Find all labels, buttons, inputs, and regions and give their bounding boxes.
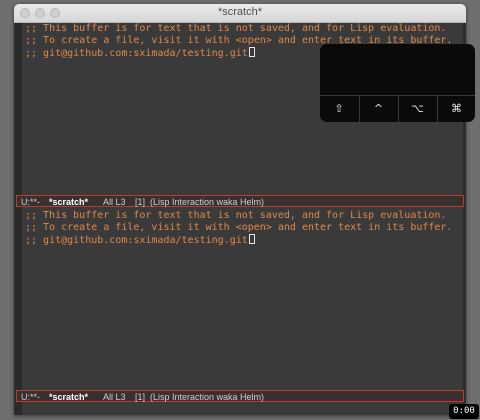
major-mode[interactable]: [1] (Lisp Interaction waka Helm) — [135, 197, 264, 207]
command-icon[interactable]: ⌘ — [437, 96, 475, 122]
text-cursor — [248, 47, 255, 57]
modifier-key-row: ⇧ ^ ⌥ ⌘ — [320, 95, 475, 122]
bottom-buffer-pane[interactable]: ;; This buffer is for text that is not s… — [22, 210, 463, 392]
buffer-line: ;; To create a file, visit it with <open… — [25, 222, 453, 233]
control-icon[interactable]: ^ — [359, 96, 397, 122]
top-mode-line[interactable]: U:**- *scratch* All L3 [1] (Lisp Interac… — [16, 195, 464, 207]
buffer-name[interactable]: *scratch* — [49, 392, 88, 402]
bottom-mode-line[interactable]: U:**- *scratch* All L3 [1] (Lisp Interac… — [16, 390, 464, 402]
major-mode[interactable]: [1] (Lisp Interaction waka Helm) — [135, 392, 264, 402]
window-title: *scratch* — [217, 6, 263, 18]
shift-icon[interactable]: ⇧ — [320, 96, 358, 122]
title-bar[interactable]: *scratch* — [14, 4, 466, 23]
recording-timer: 0:00 — [449, 404, 479, 419]
touch-bar-overlay: ⇧ ^ ⌥ ⌘ — [320, 44, 475, 122]
cursor-position: All L3 — [103, 197, 126, 207]
buffer-state: U:**- — [21, 392, 41, 402]
buffer-line: ;; This buffer is for text that is not s… — [25, 23, 447, 34]
buffer-state: U:**- — [21, 197, 41, 207]
text-cursor — [248, 234, 255, 244]
buffer-line-text: ;; git@github.com:sximada/testing.git — [25, 235, 248, 246]
buffer-line: ;; git@github.com:sximada/testing.git — [22, 234, 463, 246]
buffer-name[interactable]: *scratch* — [49, 197, 88, 207]
buffer-line: ;; This buffer is for text that is not s… — [25, 210, 447, 221]
option-icon[interactable]: ⌥ — [398, 96, 436, 122]
buffer-line-text: ;; git@github.com:sximada/testing.git — [25, 48, 248, 59]
cursor-position: All L3 — [103, 392, 126, 402]
